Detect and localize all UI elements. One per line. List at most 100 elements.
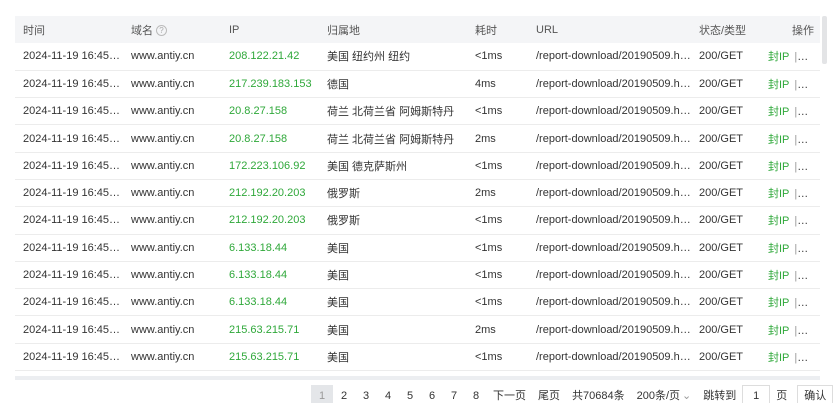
page-number-button[interactable]: 8 [465,385,487,403]
cell-url[interactable]: /report-download/20190509.html [528,98,691,125]
cell-url[interactable]: /report-download/20190509.html [528,70,691,97]
block-ip-link[interactable]: 封IP [768,51,789,63]
cell-ip[interactable]: 215.63.215.71 [221,316,319,343]
page-number-button[interactable]: 3 [355,385,377,403]
block-ip-link[interactable]: 封IP [768,79,789,91]
block-ip-link[interactable]: 封IP [768,352,789,364]
block-ip-link[interactable]: 封IP [768,106,789,118]
cell-url[interactable]: /report-download/20190509.html [528,207,691,234]
cell-url[interactable]: /report-download/20190509.html [528,179,691,206]
table-row: 2024-11-19 16:45:52 www.antiy.cn 6.133.18.… [15,261,820,289]
block-ip-link[interactable]: 封IP [768,297,789,309]
cell-status: 200/GET [699,132,744,145]
header-status[interactable]: 状态/类型 [691,16,760,43]
next-page-button[interactable]: 下一页 [487,385,532,403]
cell-duration: 2ms [475,323,496,336]
cell-ip[interactable]: 6.133.18.44 [221,289,319,316]
vertical-scrollbar[interactable] [822,16,828,376]
action-separator: | [794,78,798,91]
cell-domain: www.antiy.cn [131,105,195,118]
table-row: 2024-11-19 16:45:53 www.antiy.cn 212.192.2… [15,179,820,207]
cell-location: 美国 [327,297,349,310]
header-domain[interactable]: 域名? [123,16,221,43]
block-ip-link[interactable]: 封IP [768,215,789,227]
cell-status: 200/GET [699,323,744,336]
cell-url[interactable]: /report-download/20190509.html [528,152,691,179]
cell-actions: 封IP|详情 [760,179,820,206]
cell-status: 200/GET [699,214,744,227]
page-number-button[interactable]: 1 [311,385,333,403]
block-ip-link[interactable]: 封IP [768,325,789,337]
page-size-select[interactable]: 200条/页 ⌄ [631,385,698,403]
page-number-button[interactable]: 7 [443,385,465,403]
cell-ip[interactable]: 215.63.215.71 [221,343,319,370]
table-row: 2024-11-19 16:45:56 www.antiy.cn 208.122.2… [15,43,820,71]
cell-url[interactable]: /report-download/20190509.html [528,289,691,316]
action-separator: | [794,215,798,228]
page-number-button[interactable]: 2 [333,385,355,403]
block-ip-link[interactable]: 封IP [768,270,789,282]
table-row: 2024-11-19 16:45:55 www.antiy.cn 20.8.27.1… [15,98,820,125]
cell-status: 200/GET [699,50,744,63]
table-body: 2024-11-19 16:45:56 www.antiy.cn 208.122.2… [15,43,820,376]
cell-status: 200/GET [699,269,744,282]
cell-domain: www.antiy.cn [131,50,195,63]
horizontal-scrollbar[interactable] [15,376,820,380]
cell-actions: 封IP|详情 [760,289,820,316]
cell-url[interactable]: /report-download/20190509.html [528,125,691,152]
cell-actions: 封IP|详情 [760,234,820,261]
cell-actions: 封IP|详情 [760,43,820,70]
header-url[interactable]: URL [528,16,691,43]
cell-url[interactable]: /report-download/20190509.html [528,43,691,70]
cell-url[interactable]: /report-download/20190509.html [528,343,691,370]
cell-location: 美国 [327,351,349,364]
cell-time: 2024-11-19 16:45:56 [23,50,123,63]
cell-location: 美国 [327,242,349,255]
cell-ip[interactable]: 20.8.27.158 [221,125,319,152]
page-number-button[interactable]: 5 [399,385,421,403]
cell-actions: 封IP|详情 [760,98,820,125]
action-separator: | [794,242,798,255]
confirm-jump-button[interactable]: 确认 [797,385,834,403]
vertical-scrollbar-thumb[interactable] [822,16,827,64]
page-number-button[interactable]: 6 [421,385,443,403]
cell-location: 美国 德克萨斯州 [327,160,408,173]
cell-url[interactable]: /report-download/20190509.html [528,261,691,288]
cell-duration: 2ms [475,187,496,200]
cell-duration: 2ms [475,132,496,145]
cell-time: 2024-11-19 16:45:50 [23,350,123,363]
cell-domain: www.antiy.cn [131,77,195,90]
block-ip-link[interactable]: 封IP [768,134,789,146]
cell-actions: 封IP|详情 [760,70,820,97]
cell-ip[interactable]: 217.239.183.153 [221,70,319,97]
block-ip-link[interactable]: 封IP [768,243,789,255]
cell-duration: <1ms [475,269,503,282]
cell-ip[interactable]: 6.133.18.44 [221,234,319,261]
cell-time: 2024-11-19 16:45:53 [23,187,123,200]
page-number-button[interactable]: 4 [377,385,399,403]
header-time[interactable]: 时间 [15,16,123,43]
cell-url[interactable]: /report-download/20190509.html [528,234,691,261]
cell-ip[interactable]: 20.8.27.158 [221,98,319,125]
header-location[interactable]: 归属地 [319,16,467,43]
cell-status: 200/GET [699,350,744,363]
header-domain-label: 域名 [131,24,153,37]
jump-page-input[interactable]: 1 [742,385,771,403]
cell-url[interactable]: /report-download/20190509.html [528,316,691,343]
block-ip-link[interactable]: 封IP [768,188,789,200]
header-duration[interactable]: 耗时 [467,16,528,43]
cell-domain: www.antiy.cn [131,323,195,336]
cell-ip[interactable]: 212.192.20.203 [221,207,319,234]
help-icon[interactable]: ? [156,25,167,37]
cell-status: 200/GET [699,296,744,309]
block-ip-link[interactable]: 封IP [768,161,789,173]
header-ip[interactable]: IP [221,16,319,43]
cell-ip[interactable]: 212.192.20.203 [221,179,319,206]
cell-ip[interactable]: 208.122.21.42 [221,43,319,70]
total-count: 共70684条 [572,390,625,402]
cell-ip[interactable]: 6.133.18.44 [221,261,319,288]
last-page-button[interactable]: 尾页 [532,385,566,403]
cell-ip[interactable]: 172.223.106.92 [221,152,319,179]
cell-actions: 封IP|详情 [760,125,820,152]
page-number-list: 12345678 [311,385,487,403]
